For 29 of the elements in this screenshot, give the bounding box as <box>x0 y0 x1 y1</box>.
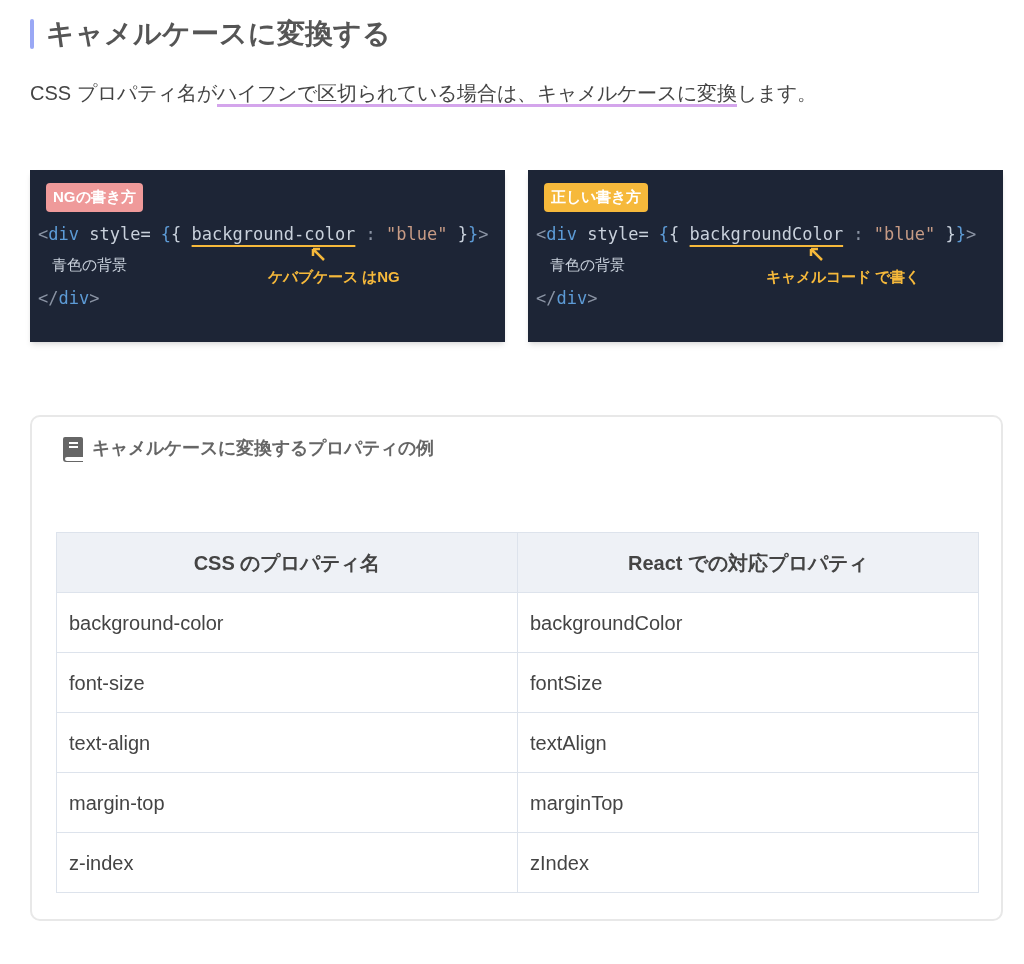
arrow-icon <box>310 245 326 262</box>
annotation-text: キャメルコード で書く <box>766 266 921 287</box>
table-cell: z-index <box>56 832 518 893</box>
table-cell: fontSize <box>517 652 979 713</box>
example-badge: NGの書き方 <box>46 183 143 212</box>
example-badge: 正しい書き方 <box>544 183 648 212</box>
column-header: CSS のプロパティ名 <box>56 532 518 593</box>
arrow-icon <box>808 245 824 262</box>
table-cell: text-align <box>56 712 518 773</box>
column-header: React での対応プロパティ <box>517 532 979 593</box>
card-title: キャメルケースに変換するプロパティの例 <box>92 437 434 460</box>
code-line: </div> <box>38 286 101 310</box>
intro-paragraph: CSS プロパティ名がハイフンで区切られている場合は、キャメルケースに変換 します。 <box>30 78 1003 108</box>
table-cell: backgroundColor <box>517 592 979 653</box>
heading-accent-bar <box>30 19 34 49</box>
code-line: <div style= {{ background-color : "blue" }}> <box>38 222 490 246</box>
table-cell: background-color <box>56 592 518 653</box>
code-text: 青色の背景 <box>52 254 127 275</box>
annotation-text: ケバブケース はNG <box>268 266 400 287</box>
code-line: </div> <box>536 286 599 310</box>
table-cell: textAlign <box>517 712 979 773</box>
table-cell: margin-top <box>56 772 518 833</box>
section-heading: キャメルケースに変換する <box>46 17 391 51</box>
table-cell: zIndex <box>517 832 979 893</box>
book-icon <box>62 435 84 462</box>
code-line: <div style= {{ backgroundColor : "blue" }}> <box>536 222 978 246</box>
table-cell: font-size <box>56 652 518 713</box>
code-text: 青色の背景 <box>550 254 625 275</box>
table-cell: marginTop <box>517 772 979 833</box>
